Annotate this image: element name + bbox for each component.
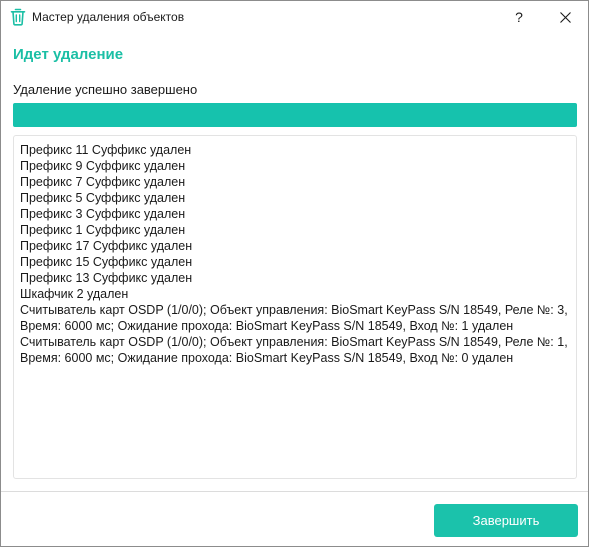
finish-button[interactable]: Завершить [434,504,578,537]
log-lines: Префикс 11 Суффикс удален Префикс 9 Суффи… [20,142,572,366]
log-line: Префикс 13 Суффикс удален [20,271,193,285]
progress-bar [13,103,577,127]
log-line: Префикс 9 Суффикс удален [20,159,186,173]
log-line: Считыватель карт OSDP (1/0/0); Объект уп… [20,335,568,365]
close-icon [559,11,571,23]
log-line: Префикс 5 Суффикс удален [20,191,186,205]
log-line: Префикс 7 Суффикс удален [20,175,186,189]
log-line: Префикс 1 Суффикс удален [20,223,186,237]
page-heading: Идет удаление [13,46,124,63]
status-text: Удаление успешно завершено [13,82,198,97]
log-line: Префикс 11 Суффикс удален [20,143,192,157]
log-line: Префикс 3 Суффикс удален [20,207,186,221]
log-line: Считыватель карт OSDP (1/0/0); Объект уп… [20,303,568,333]
log-line: Префикс 15 Суффикс удален [20,255,193,269]
help-button[interactable]: ? [496,1,542,33]
log-line: Префикс 17 Суффикс удален [20,239,193,253]
close-button[interactable] [542,1,588,33]
delete-wizard-window: Мастер удаления объектов ? Идет удаление… [0,0,589,547]
log-line: Шкафчик 2 удален [20,287,129,301]
title-bar: Мастер удаления объектов ? [1,1,588,33]
trash-icon [10,8,26,26]
deletion-log[interactable]: Префикс 11 Суффикс удален Префикс 9 Суффи… [13,135,577,479]
footer-divider [1,491,588,492]
window-title: Мастер удаления объектов [32,10,185,24]
progress-fill [13,103,577,127]
